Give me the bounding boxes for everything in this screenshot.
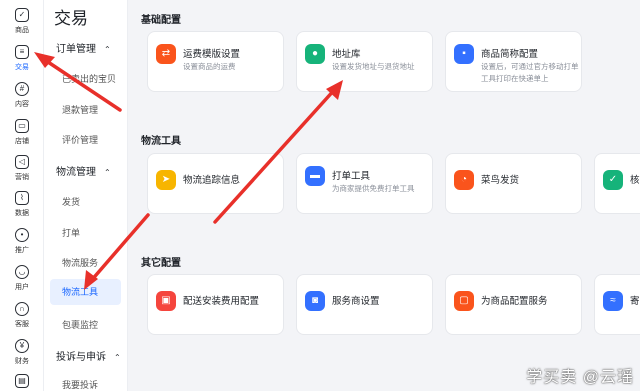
order-list-icon: ≡ (15, 45, 29, 59)
card-desc: 设置商品的运费 (183, 62, 236, 71)
rail-item-users[interactable]: ◡ 用户 (0, 263, 44, 295)
rail-label: 客服 (15, 321, 29, 328)
card-title: 运费模版设置 (183, 49, 241, 60)
group-label: 物流管理 (56, 167, 96, 178)
card-title: 菜鸟发货 (481, 175, 520, 186)
section-title-basic: 基础配置 (141, 15, 181, 26)
rail-item-data[interactable]: ⌇ 数据 (0, 189, 44, 221)
rail-label: 店铺 (15, 138, 29, 145)
store-icon: ▭ (15, 119, 29, 133)
card-title: 为商品配置服务 (481, 296, 548, 307)
headset-icon: ∩ (15, 302, 29, 316)
rail-label: 推广 (15, 247, 29, 254)
chevron-up-icon: ⌃ (114, 353, 121, 362)
icon-rail: ✓ 商品 ≡ 交易 # 内容 ▭ 店铺 ◁ 营销 ⌇ 数据 • 推广 ◡ 用户 … (0, 0, 44, 391)
cainiao-icon: ◔ (454, 170, 474, 190)
card-shipping-template[interactable]: ⇄ 运费模版设置 设置商品的运费 (147, 31, 284, 92)
hash-icon: # (15, 82, 29, 96)
user-icon: ◡ (15, 265, 29, 279)
group-label: 订单管理 (56, 44, 96, 55)
card-desc: 为商家提供免费打单工具 (332, 184, 415, 193)
section-title-logistics-tools: 物流工具 (141, 136, 181, 147)
card-verify[interactable]: ✓ 核 (594, 153, 640, 214)
rail-item-promotion[interactable]: • 推广 (0, 226, 44, 258)
printer-icon: ▬ (305, 166, 325, 186)
card-title: 核 (630, 175, 640, 186)
send-icon: ➤ (156, 170, 176, 190)
chevron-up-icon: ⌃ (104, 168, 111, 177)
rail-item-more[interactable]: ▤ (0, 372, 44, 391)
menu-item-reviews[interactable]: 评价管理 (62, 133, 98, 146)
card-title: 打单工具 (332, 171, 371, 182)
main-content: 基础配置 ⇄ 运费模版设置 设置商品的运费 ● 地址库 设置发货地址与退货地址 … (128, 0, 640, 391)
rail-label: 数据 (15, 210, 29, 217)
card-tracking-info[interactable]: ➤ 物流追踪信息 (147, 153, 284, 214)
rail-label: 交易 (15, 64, 29, 71)
card-title: 服务商设置 (332, 296, 380, 307)
section-title-other: 其它配置 (141, 258, 181, 269)
verify-icon: ✓ (603, 170, 623, 190)
card-title: 地址库 (332, 49, 361, 60)
provider-icon: ◙ (305, 291, 325, 311)
rail-label: 内容 (15, 101, 29, 108)
menu-group-complaints[interactable]: 投诉与申诉 ⌃ (56, 348, 121, 363)
rail-label: 营销 (15, 174, 29, 181)
mail-icon: ≈ (603, 291, 623, 311)
card-service-provider[interactable]: ◙ 服务商设置 (296, 274, 433, 335)
card-desc: 设置发货地址与退货地址 (332, 62, 415, 71)
location-icon: • (15, 228, 29, 242)
chevron-up-icon: ⌃ (104, 45, 111, 54)
rail-label: 财务 (15, 358, 29, 365)
card-title: 寄 (630, 296, 640, 307)
card-address-book[interactable]: ● 地址库 设置发货地址与退货地址 (296, 31, 433, 92)
product-tag-icon: ▪ (454, 44, 474, 64)
service-icon: ▢ (454, 291, 474, 311)
card-desc: 设置后，可通过官方移动打单工具打印在快递单上 (481, 62, 579, 83)
rail-item-content[interactable]: # 内容 (0, 80, 44, 112)
menu-item-refund[interactable]: 退款管理 (62, 103, 98, 116)
secondary-menu: 交易 订单管理 ⌃ 已卖出的宝贝 退款管理 评价管理 物流管理 ⌃ 发货 打单 物流… (44, 0, 128, 391)
rail-item-finance[interactable]: ¥ 财务 (0, 337, 44, 369)
yuan-icon: ¥ (15, 339, 29, 353)
menu-item-print[interactable]: 打单 (62, 226, 80, 239)
card-title: 物流追踪信息 (183, 175, 241, 186)
menu-item-package-monitor[interactable]: 包裹监控 (62, 318, 98, 331)
card-install-fee[interactable]: ▣ 配送安装费用配置 (147, 274, 284, 335)
watermark: 学买卖 @云瑶 (526, 369, 634, 386)
rail-item-trade[interactable]: ≡ 交易 (0, 43, 44, 75)
menu-group-logistics[interactable]: 物流管理 ⌃ (56, 163, 111, 178)
tag-icon: ✓ (15, 8, 29, 22)
card-product-alias[interactable]: ▪ 商品简称配置 设置后，可通过官方移动打单工具打印在快递单上 (445, 31, 582, 92)
menu-group-orders[interactable]: 订单管理 ⌃ (56, 40, 111, 55)
shipping-template-icon: ⇄ (156, 44, 176, 64)
map-pin-icon: ● (305, 44, 325, 64)
rail-item-store[interactable]: ▭ 店铺 (0, 117, 44, 149)
card-print-tool[interactable]: ▬ 打单工具 为商家提供免费打单工具 (296, 153, 433, 214)
card-title: 商品简称配置 (481, 49, 539, 60)
menu-item-sold[interactable]: 已卖出的宝贝 (62, 72, 116, 85)
card-mail[interactable]: ≈ 寄 (594, 274, 640, 335)
card-product-service[interactable]: ▢ 为商品配置服务 (445, 274, 582, 335)
chart-icon: ⌇ (15, 191, 29, 205)
document-icon: ▤ (15, 374, 29, 388)
install-fee-icon: ▣ (156, 291, 176, 311)
rail-item-marketing[interactable]: ◁ 营销 (0, 153, 44, 185)
rail-label: 用户 (15, 284, 29, 291)
megaphone-icon: ◁ (15, 155, 29, 169)
card-title: 配送安装费用配置 (183, 296, 260, 307)
menu-item-ship[interactable]: 发货 (62, 195, 80, 208)
menu-item-logistics-tools[interactable]: 物流工具 (50, 279, 121, 305)
rail-item-goods[interactable]: ✓ 商品 (0, 6, 44, 38)
rail-item-service[interactable]: ∩ 客服 (0, 300, 44, 332)
rail-label: 商品 (15, 27, 29, 34)
menu-item-complain[interactable]: 我要投诉 (62, 378, 98, 391)
card-cainiao-ship[interactable]: ◔ 菜鸟发货 (445, 153, 582, 214)
menu-item-logistics-service[interactable]: 物流服务 (62, 256, 98, 269)
group-label: 投诉与申诉 (56, 352, 106, 363)
menu-title: 交易 (54, 9, 88, 28)
